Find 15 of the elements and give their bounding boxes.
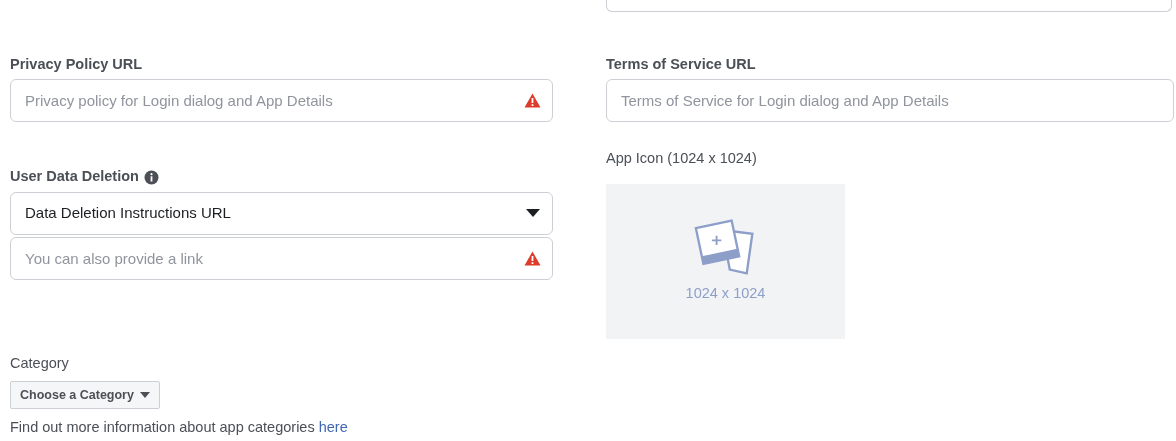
input-field[interactable] <box>606 0 1172 12</box>
caret-icon <box>526 209 540 218</box>
caret-icon <box>139 391 150 398</box>
input-field[interactable]: Privacy policy for Login dialog and App Details <box>10 79 553 123</box>
field-label: Terms of Service URL <box>606 56 756 74</box>
dropdown[interactable]: Data Deletion Instructions URL <box>10 191 553 235</box>
field-label: User Data Deletion <box>10 168 139 186</box>
input-field[interactable]: Terms of Service for Login dialog and App Details <box>606 79 1174 123</box>
field-label: Privacy Policy URL <box>10 56 143 74</box>
category-dropdown[interactable]: Choose a Category <box>10 380 160 410</box>
link[interactable]: here <box>318 419 348 436</box>
help-text: Find out more information about app categories here <box>10 418 349 438</box>
field-label: App Icon (1024 x 1024) <box>606 150 757 168</box>
input-field[interactable]: You can also provide a link <box>10 236 553 280</box>
field-label: Category <box>10 353 70 373</box>
